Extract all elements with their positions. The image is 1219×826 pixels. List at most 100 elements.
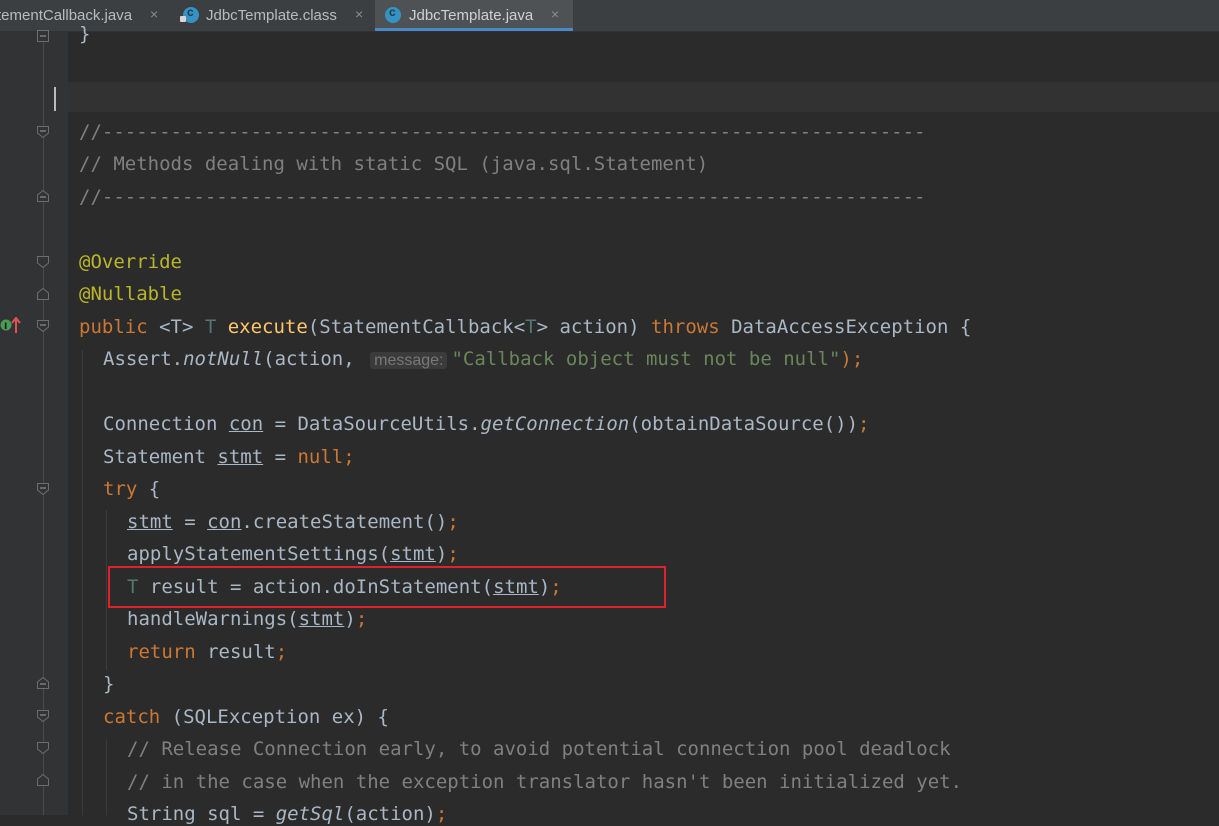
method-signature: public <T> T execute(StatementCallback<T… bbox=[79, 315, 971, 339]
parameter-hint: message: bbox=[370, 352, 448, 369]
tab-jdbctemplate-class[interactable]: JdbcTemplate.class × bbox=[175, 0, 373, 31]
annotation-nullable: @Nullable bbox=[79, 283, 182, 305]
highlight-box bbox=[108, 566, 666, 608]
annotation-override: @Override bbox=[79, 251, 182, 273]
code-token: getSql bbox=[275, 803, 345, 825]
close-icon[interactable]: × bbox=[551, 6, 559, 22]
class-file-icon bbox=[180, 5, 199, 23]
code-token: (obtainDataSource()) bbox=[629, 413, 859, 435]
close-icon[interactable]: × bbox=[150, 6, 158, 22]
fold-start-icon[interactable] bbox=[37, 256, 49, 268]
code-token: Assert. bbox=[103, 348, 184, 370]
code-token: ; bbox=[343, 446, 355, 468]
fold-end-icon[interactable] bbox=[37, 288, 49, 300]
fold-start-icon[interactable] bbox=[37, 320, 49, 332]
code-line: String sql = getSql(action); bbox=[127, 802, 447, 826]
code-token: throws bbox=[651, 316, 732, 338]
code-token: } bbox=[79, 23, 91, 45]
code-token: T bbox=[204, 316, 228, 338]
code-token: stmt bbox=[217, 446, 264, 468]
code-token: Statement bbox=[103, 446, 218, 468]
code-token: notNull bbox=[183, 348, 264, 370]
code-token: (action, bbox=[263, 348, 367, 370]
comment-line: // Methods dealing with static SQL (java… bbox=[79, 153, 709, 175]
comment-line: //--------------------------------------… bbox=[79, 121, 926, 143]
editor-tab-bar: tementCallback.java × JdbcTemplate.class… bbox=[0, 0, 1219, 32]
code-token: = bbox=[263, 446, 298, 468]
code-line: applyStatementSettings(stmt); bbox=[127, 542, 459, 566]
code-line: Assert.notNull(action, message: "Callback… bbox=[103, 347, 863, 371]
fold-start-icon[interactable] bbox=[37, 710, 49, 722]
code-token: con bbox=[207, 511, 242, 533]
fold-start-icon[interactable] bbox=[37, 742, 49, 754]
code-token: DataAccessException { bbox=[731, 316, 972, 338]
code-line: return result; bbox=[127, 640, 287, 664]
code-token: catch bbox=[103, 706, 172, 728]
indent-guide bbox=[106, 740, 107, 815]
code-token: ); bbox=[840, 348, 864, 370]
indent-guide bbox=[106, 510, 107, 670]
code-token: { bbox=[137, 478, 161, 500]
code-line: Connection con = DataSourceUtils.getConn… bbox=[103, 412, 869, 436]
code-token: stmt bbox=[390, 543, 436, 565]
tab-jdbctemplate-java[interactable]: JdbcTemplate.java × bbox=[375, 0, 573, 31]
code-token: T bbox=[525, 316, 537, 338]
current-line-highlight bbox=[68, 82, 1219, 112]
editor-gutter[interactable] bbox=[0, 32, 68, 815]
code-token: handleWarnings( bbox=[127, 608, 299, 630]
java-class-icon bbox=[385, 5, 401, 23]
text-caret bbox=[54, 87, 56, 111]
comment-line: // Release Connection early, to avoid po… bbox=[127, 738, 951, 760]
implementation-override-icon[interactable]: I bbox=[0, 316, 22, 339]
code-token: <T> bbox=[159, 316, 205, 338]
code-token: ; bbox=[447, 511, 459, 533]
tab-label: JdbcTemplate.java bbox=[409, 7, 534, 24]
fold-end-icon[interactable] bbox=[37, 190, 49, 202]
code-line: } bbox=[103, 673, 115, 695]
code-token: null bbox=[297, 446, 344, 468]
code-token: return bbox=[127, 641, 208, 663]
code-token: public bbox=[79, 316, 160, 338]
code-token: > action) bbox=[536, 316, 651, 338]
code-token: Connection bbox=[103, 413, 229, 435]
code-token: (SQLException ex) { bbox=[171, 706, 389, 728]
code-token: .createStatement() bbox=[241, 511, 448, 533]
code-token: applyStatementSettings( bbox=[127, 543, 391, 565]
indent-guide bbox=[82, 350, 83, 815]
code-token: stmt bbox=[127, 511, 173, 533]
fold-start-icon[interactable] bbox=[37, 483, 49, 495]
code-token: result bbox=[207, 641, 276, 663]
comment-line: //--------------------------------------… bbox=[79, 186, 926, 208]
fold-start-icon[interactable] bbox=[37, 126, 49, 138]
code-token: ) bbox=[344, 608, 356, 630]
code-token: ; bbox=[355, 608, 368, 630]
tab-label: tementCallback.java bbox=[0, 7, 133, 24]
code-line: handleWarnings(stmt); bbox=[127, 607, 367, 631]
code-line: } bbox=[79, 22, 90, 46]
fold-end-icon[interactable] bbox=[37, 30, 49, 42]
code-token: stmt bbox=[298, 608, 345, 630]
code-line: stmt = con.createStatement(); bbox=[127, 510, 459, 534]
code-line: try { bbox=[103, 477, 160, 501]
code-token: = bbox=[172, 511, 208, 533]
comment-line: // in the case when the exception transl… bbox=[127, 771, 963, 793]
fold-end-icon[interactable] bbox=[37, 774, 49, 786]
fold-end-icon[interactable] bbox=[37, 677, 49, 689]
code-token: try bbox=[103, 478, 138, 500]
code-token: ) bbox=[435, 543, 448, 565]
code-token: String sql = bbox=[127, 803, 276, 825]
string-literal: "Callback object must not be null" bbox=[451, 348, 841, 370]
code-line: Statement stmt = null; bbox=[103, 445, 355, 469]
fold-guide-line bbox=[43, 32, 44, 815]
code-token: = DataSourceUtils. bbox=[263, 413, 481, 435]
code-token: ; bbox=[447, 543, 459, 565]
code-token: getConnection bbox=[480, 413, 630, 435]
close-icon[interactable]: × bbox=[355, 6, 363, 22]
code-token: ; bbox=[275, 641, 288, 663]
code-token: ; bbox=[435, 803, 448, 825]
code-token: ; bbox=[858, 413, 870, 435]
code-token: (StatementCallback< bbox=[307, 316, 526, 338]
code-line: catch (SQLException ex) { bbox=[103, 705, 389, 729]
svg-text:I: I bbox=[4, 322, 7, 332]
code-token: (action) bbox=[344, 803, 436, 825]
